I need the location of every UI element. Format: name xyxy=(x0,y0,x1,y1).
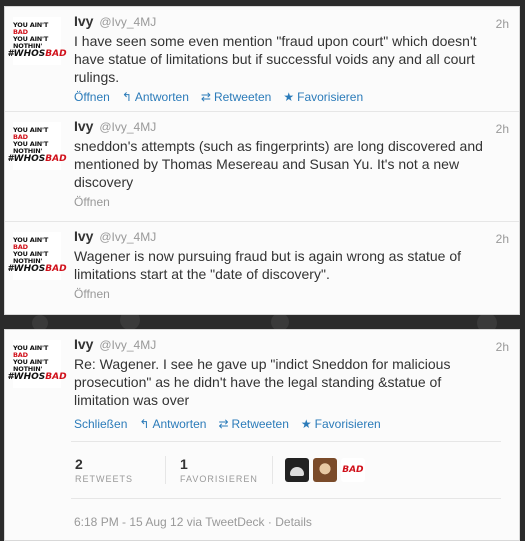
open-link[interactable]: Öffnen xyxy=(74,90,110,104)
avatar[interactable]: YOU AIN'T BAD YOU AIN'T NOTHIN' #WHOSBAD xyxy=(7,17,67,65)
tweet-3[interactable]: YOU AIN'T BAD YOU AIN'T NOTHIN' #WHOSBAD… xyxy=(5,222,519,314)
user-name[interactable]: Ivy xyxy=(74,336,93,352)
user-handle[interactable]: @Ivy_4MJ xyxy=(99,230,156,244)
tweet-text: I have seen some even mention "fraud upo… xyxy=(74,33,477,85)
tweet-time[interactable]: 2h xyxy=(496,17,509,31)
favorite-button[interactable]: ★ Favorisieren xyxy=(301,417,381,431)
reply-icon: ↰ xyxy=(121,90,132,104)
engager-avatars: BAD xyxy=(273,458,365,482)
engager-avatar[interactable]: BAD xyxy=(340,458,365,482)
tweet-time[interactable]: 2h xyxy=(496,232,509,246)
reply-icon: ↰ xyxy=(139,417,150,431)
open-link[interactable]: Öffnen xyxy=(74,195,110,209)
favorite-button[interactable]: ★ Favorisieren xyxy=(283,90,363,104)
star-icon: ★ xyxy=(300,417,312,431)
reply-button[interactable]: ↰ Antworten xyxy=(139,417,206,431)
user-handle[interactable]: @Ivy_4MJ xyxy=(99,120,156,134)
user-name[interactable]: Ivy xyxy=(74,228,93,244)
star-icon: ★ xyxy=(283,90,295,104)
favorite-count[interactable]: 1 FAVORISIEREN xyxy=(166,456,273,484)
user-name[interactable]: Ivy xyxy=(74,118,93,134)
engager-avatar[interactable] xyxy=(284,458,309,482)
retweet-icon: ⇄ xyxy=(200,90,211,104)
avatar[interactable]: YOU AIN'T BAD YOU AIN'T NOTHIN' #WHOSBAD xyxy=(7,232,67,280)
tweet-stats: 2 RETWEETS 1 FAVORISIEREN BAD xyxy=(71,441,501,499)
tweet-footer: 6:18 PM - 15 Aug 12 via TweetDeck · Deta… xyxy=(74,515,312,529)
retweet-count[interactable]: 2 RETWEETS xyxy=(71,456,167,484)
expanded-tweet-card: YOU AIN'T BAD YOU AIN'T NOTHIN' #WHOSBAD… xyxy=(4,329,520,541)
details-link[interactable]: Details xyxy=(275,515,312,529)
timeline-card: YOU AIN'T BAD YOU AIN'T NOTHIN' #WHOSBAD… xyxy=(4,6,520,315)
tweet-time[interactable]: 2h xyxy=(496,122,509,136)
tweet-2[interactable]: YOU AIN'T BAD YOU AIN'T NOTHIN' #WHOSBAD… xyxy=(5,112,519,222)
retweet-button[interactable]: ⇄ Retweeten xyxy=(218,417,288,431)
user-handle[interactable]: @Ivy_4MJ xyxy=(99,15,156,29)
retweet-icon: ⇄ xyxy=(218,417,229,431)
tweet-text: Re: Wagener. I see he gave up "indict Sn… xyxy=(74,356,451,408)
close-link[interactable]: Schließen xyxy=(74,417,127,431)
user-handle[interactable]: @Ivy_4MJ xyxy=(99,338,156,352)
avatar[interactable]: YOU AIN'T BAD YOU AIN'T NOTHIN' #WHOSBAD xyxy=(7,122,67,170)
tweet-time[interactable]: 2h xyxy=(496,340,509,354)
user-name[interactable]: Ivy xyxy=(74,13,93,29)
tweet-timestamp: 6:18 PM - 15 Aug 12 via TweetDeck xyxy=(74,515,265,529)
avatar[interactable]: YOU AIN'T BAD YOU AIN'T NOTHIN' #WHOSBAD xyxy=(7,340,67,388)
tweet-1[interactable]: YOU AIN'T BAD YOU AIN'T NOTHIN' #WHOSBAD… xyxy=(5,7,519,112)
engager-avatar[interactable] xyxy=(312,458,337,482)
tweet-expanded[interactable]: YOU AIN'T BAD YOU AIN'T NOTHIN' #WHOSBAD… xyxy=(5,330,519,539)
open-link[interactable]: Öffnen xyxy=(74,287,110,301)
tweet-text: sneddon's attempts (such as fingerprints… xyxy=(74,138,483,190)
retweet-button[interactable]: ⇄ Retweeten xyxy=(201,90,271,104)
reply-button[interactable]: ↰ Antworten xyxy=(122,90,189,104)
tweet-text: Wagener is now pursuing fraud but is aga… xyxy=(74,248,462,282)
